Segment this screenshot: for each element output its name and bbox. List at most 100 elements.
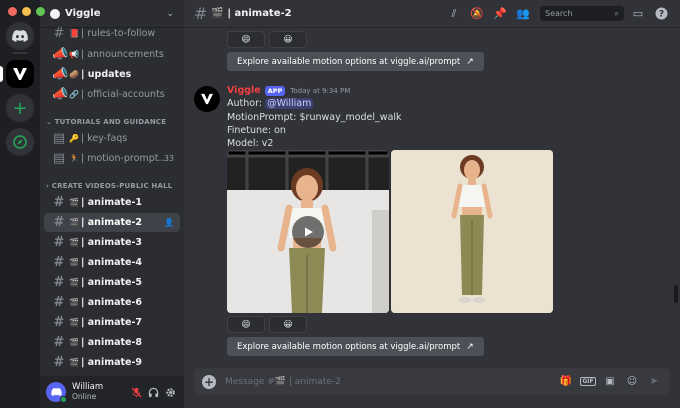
mic-muted-icon (131, 386, 142, 398)
sticker-icon: ▣ (605, 376, 615, 387)
message-composer: + Message #🎬 | animate-2 🎁 GIF ▣ ☺ ➤ (194, 368, 670, 395)
announcement-icon: 📣 (52, 87, 69, 102)
emoji-icon: ☺ (626, 376, 638, 387)
text-channel-icon: # (53, 295, 65, 310)
message-model: Model: v2 (227, 138, 274, 149)
gear-icon (166, 387, 175, 397)
sticker-button[interactable]: ▣ (602, 374, 618, 390)
direct-messages-button[interactable] (6, 22, 34, 50)
channel-announcements[interactable]: 📣 📢 | announcements (44, 45, 180, 64)
search-input[interactable]: Search ⌕ (540, 6, 624, 21)
send-button[interactable]: ➤ (646, 374, 662, 390)
category-create-videos[interactable]: › CREATE VIDEOS-PUBLIC HALL (46, 182, 172, 190)
channel-emoji: 🎬 (69, 258, 79, 267)
message-input[interactable]: Message #🎬 | animate-2 (225, 377, 552, 387)
avatar[interactable] (46, 382, 67, 403)
text-channel-icon: # (53, 26, 65, 41)
channel-animate-5[interactable]: # 🎬 | animate-5 (44, 273, 180, 292)
channel-emoji: 📢 (69, 50, 79, 59)
forum-channel-icon: ▤ (52, 151, 66, 166)
explore-motion-button[interactable]: Explore available motion options at vigg… (227, 52, 484, 71)
user-mention[interactable]: @William (265, 98, 314, 109)
category-tutorials[interactable]: ⌄ TUTORIALS AND GUIDANCE (46, 118, 166, 126)
play-button[interactable] (292, 215, 324, 248)
close-window-button[interactable] (8, 7, 17, 16)
channel-emoji: 📕 (69, 29, 79, 38)
channel-label: announcements (87, 49, 164, 60)
channel-emoji: 🎬 (69, 298, 79, 307)
explore-servers-button[interactable] (6, 128, 34, 156)
rail-separator (12, 52, 28, 54)
plus-icon: + (12, 97, 28, 119)
reaction-button[interactable]: 😄 (227, 316, 265, 333)
character-image (391, 150, 553, 313)
server-rail: + (0, 0, 40, 408)
notification-settings-button[interactable]: 🔕 (468, 5, 486, 23)
channel-animate-7[interactable]: # 🎬 | animate-7 (44, 313, 180, 332)
pinned-messages-button[interactable]: 📌 (491, 5, 509, 23)
message-avatar[interactable] (194, 86, 220, 112)
send-icon: ➤ (649, 376, 659, 387)
gift-button[interactable]: 🎁 (558, 374, 574, 390)
scrollbar[interactable] (674, 285, 678, 303)
reaction-button[interactable]: 😀 (269, 31, 307, 48)
channel-header: # 🎬 | animate-2 ⫽ 🔕 📌 👥 Search ⌕ ▭ ? (184, 0, 680, 28)
selected-server-indicator (0, 66, 3, 82)
channel-label: key-faqs (87, 133, 128, 144)
channel-animate-6[interactable]: # 🎬 | animate-6 (44, 293, 180, 312)
external-link-icon: ↗ (466, 56, 474, 67)
maximize-window-button[interactable] (36, 7, 45, 16)
image-attachment[interactable] (391, 150, 553, 313)
minimize-window-button[interactable] (22, 7, 31, 16)
channel-official-accounts[interactable]: 📣 🔗 | official-accounts (44, 85, 180, 104)
threads-button[interactable]: ⫽ (445, 5, 463, 23)
channel-animate-2[interactable]: # 🎬 | animate-2 👤 (44, 213, 180, 232)
headphones-icon (148, 387, 159, 397)
emoji-button[interactable]: ☺ (624, 374, 640, 390)
reaction-button[interactable]: 😄 (227, 31, 265, 48)
text-channel-icon: # (53, 315, 65, 330)
server-viggle[interactable] (6, 60, 34, 88)
message-timestamp: Today at 9:34 PM (290, 86, 351, 95)
inbox-button[interactable]: ▭ (629, 5, 647, 23)
threads-icon: ⫽ (451, 6, 457, 20)
user-settings-button[interactable] (163, 385, 178, 400)
announcement-icon: 📣 (52, 67, 69, 82)
external-link-icon: ↗ (466, 341, 474, 352)
member-list-button[interactable]: 👥 (514, 5, 532, 23)
channel-animate-8[interactable]: # 🎬 | animate-8 (44, 333, 180, 352)
app-badge: APP (264, 85, 286, 96)
chat-area: # 🎬 | animate-2 ⫽ 🔕 📌 👥 Search ⌕ ▭ ? 😄 😀… (184, 0, 680, 408)
text-channel-icon: # (194, 4, 208, 23)
mute-mic-button[interactable] (129, 385, 144, 400)
channel-motion-prompt[interactable]: ▤ 🏃 | motion-prompt... 33 (44, 149, 180, 168)
reaction-button[interactable]: 😀 (269, 316, 307, 333)
message-header: Viggle APP Today at 9:34 PM (227, 85, 350, 96)
create-invite-icon[interactable]: 👤 (164, 218, 174, 227)
channel-label: animate-3 (87, 237, 143, 248)
video-attachment[interactable] (227, 150, 389, 313)
message-motion-prompt: MotionPrompt: $runway_model_walk (227, 112, 402, 123)
channel-animate-1[interactable]: # 🎬 | animate-1 (44, 193, 180, 212)
inbox-icon: ▭ (632, 7, 644, 20)
user-status: Online (72, 391, 97, 401)
channel-animate-9[interactable]: # 🎬 | animate-9 (44, 353, 180, 372)
upload-button[interactable]: + (202, 374, 216, 389)
channel-updates[interactable]: 📣 🥔 | updates (44, 65, 180, 84)
help-button[interactable]: ? (652, 5, 670, 23)
gif-button[interactable]: GIF (580, 374, 596, 390)
add-server-button[interactable]: + (6, 94, 34, 122)
message-author[interactable]: Viggle (227, 85, 261, 96)
user-info[interactable]: William Online (72, 382, 127, 401)
channel-animate-3[interactable]: # 🎬 | animate-3 (44, 233, 180, 252)
channel-emoji: 🎬 (69, 278, 79, 287)
explore-motion-button[interactable]: Explore available motion options at vigg… (227, 337, 484, 356)
channel-label: animate-6 (87, 297, 143, 308)
message-finetune: Finetune: on (227, 125, 286, 136)
channel-key-faqs[interactable]: ▤ 🔑 | key-faqs (44, 129, 180, 148)
deafen-button[interactable] (146, 385, 161, 400)
search-icon: ⌕ (614, 8, 619, 18)
channel-rules-to-follow[interactable]: # 📕 | rules-to-follow (44, 24, 180, 43)
channel-animate-4[interactable]: # 🎬 | animate-4 (44, 253, 180, 272)
channel-label: animate-4 (87, 257, 143, 268)
